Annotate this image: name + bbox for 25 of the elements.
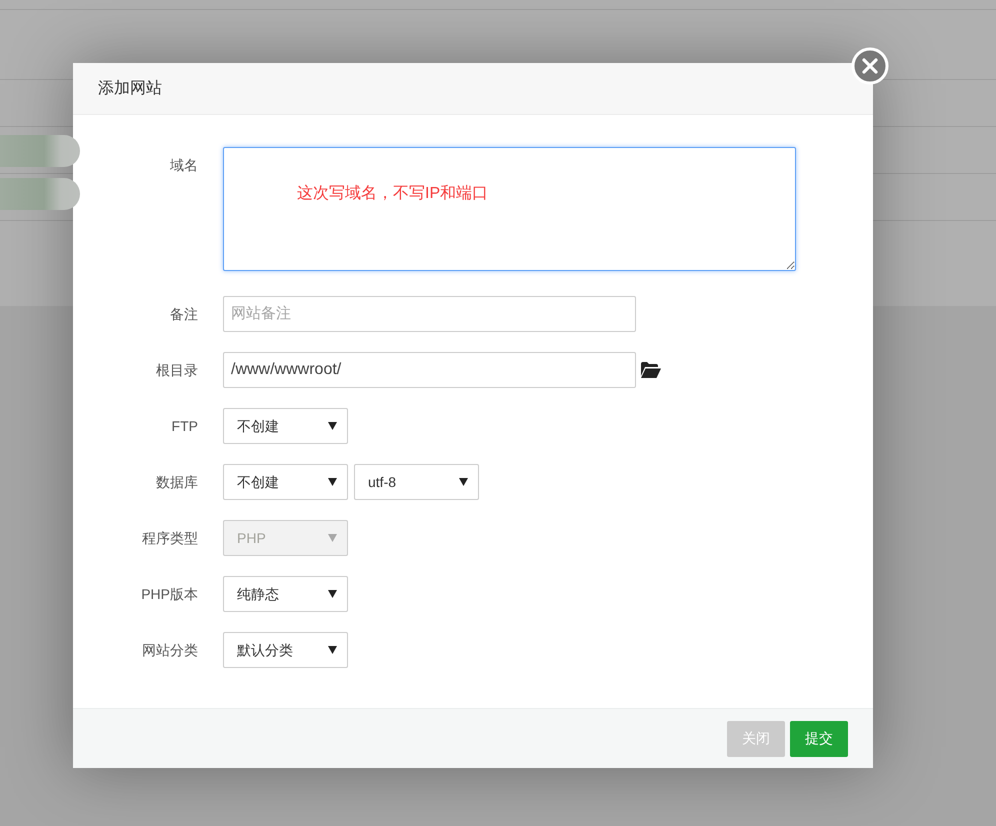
input-field[interactable]: /www/wwwroot/ [223,352,636,388]
field-label: 根目录 [155,361,198,380]
annotation-text: 这次写域名，不写IP和端口 [297,184,488,204]
caret-icon [328,478,337,486]
field-label: 域名 [169,156,198,175]
field-label: 数据库 [155,473,198,492]
caret-icon [459,478,468,486]
field-label: PHP版本 [140,585,198,604]
dropdown[interactable]: 纯静态 [223,576,348,612]
field-label: 备注 [169,305,198,324]
field-label: 网站分类 [141,641,198,660]
dropdown[interactable]: 不创建 [223,464,348,500]
dropdown[interactable]: 不创建 [223,408,348,444]
dialog-title: 添加网站 [98,78,162,98]
folder-icon[interactable] [641,362,661,378]
domain-field[interactable] [223,147,796,271]
caret-icon [328,590,337,598]
input-field[interactable]: 网站备注 [223,296,636,332]
caret-icon [328,422,337,430]
caret-icon [328,534,337,542]
field-label: FTP [170,417,198,436]
dropdown[interactable]: utf-8 [354,464,479,500]
field-label: 程序类型 [141,529,198,548]
caret-icon [328,646,337,654]
dropdown[interactable]: 默认分类 [223,632,348,668]
